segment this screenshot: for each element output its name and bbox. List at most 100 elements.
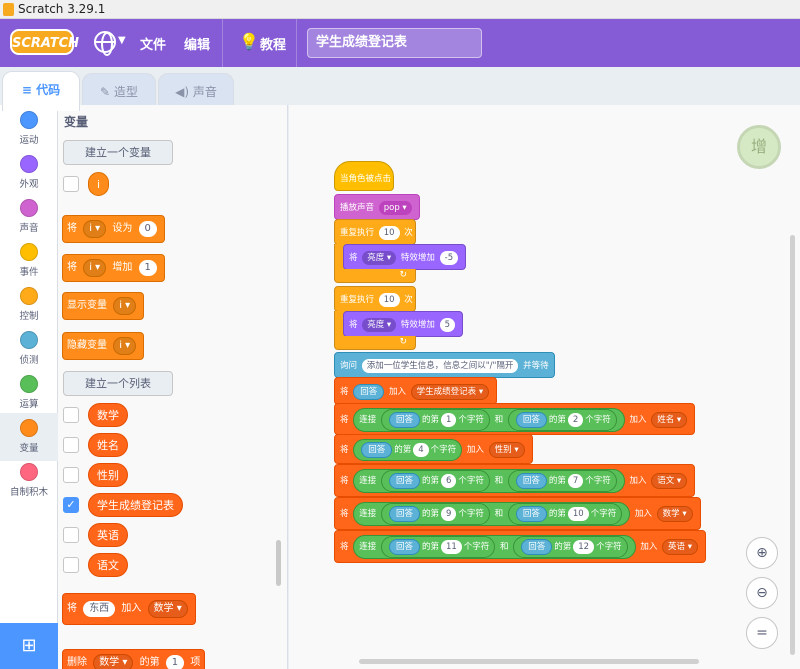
zoom-out-icon[interactable]: ⊖ [746, 577, 778, 609]
list-dropdown[interactable]: 数学 ▾ [147, 600, 188, 618]
category-looks[interactable]: 外观 [0, 155, 58, 199]
repeat-block[interactable]: 重复执行 10 次 [334, 286, 416, 312]
thing-input[interactable]: 东西 [83, 601, 116, 617]
variable-dropdown[interactable]: i ▾ [113, 337, 137, 355]
zoom-in-icon[interactable]: ⊕ [746, 537, 778, 569]
letter-of-operator[interactable]: 回答 的第 1 个字符 [380, 409, 490, 431]
index-input[interactable]: 1 [165, 655, 185, 669]
add-join-to-list-block[interactable]: 将 连接 回答 的第 6 个字符 和 回答 的第 7 个字符 加入 语文 ▾ [334, 464, 696, 497]
palette-scrollbar[interactable] [276, 540, 281, 586]
letter-of-operator[interactable]: 回答 的第 4 个字符 [353, 439, 463, 461]
join-operator[interactable]: 连接 回答 的第 11 个字符 和 回答 的第 12 个字符 [353, 535, 636, 559]
index-input[interactable]: 10 [567, 507, 589, 521]
list-dropdown[interactable]: 语文 ▾ [651, 473, 688, 489]
letter-of-operator[interactable]: 回答 的第 9 个字符 [380, 503, 490, 525]
letter-of-operator[interactable]: 回答 的第 11 个字符 [380, 536, 496, 558]
category-variables[interactable]: 变量 [0, 413, 58, 461]
list-checkbox[interactable] [63, 527, 79, 543]
when-sprite-clicked-block[interactable]: 当角色被点击 [334, 161, 394, 191]
list-dropdown[interactable]: 数学 ▾ [93, 654, 134, 669]
variable-dropdown[interactable]: i ▾ [83, 220, 107, 238]
index-input[interactable]: 2 [567, 413, 584, 427]
index-input[interactable]: 12 [573, 540, 595, 554]
list-reporter[interactable]: 语文 [88, 553, 128, 577]
answer-reporter[interactable]: 回答 [388, 412, 420, 428]
change-effect-block[interactable]: 将 亮度 ▾ 特效增加 -5 [343, 244, 467, 270]
play-sound-block[interactable]: 播放声音 pop ▾ [334, 194, 420, 220]
list-checkbox[interactable] [63, 437, 79, 453]
list-dropdown[interactable]: 英语 ▾ [662, 539, 699, 555]
make-variable-button[interactable]: 建立一个变量 [63, 140, 173, 165]
index-input[interactable]: 4 [413, 443, 429, 457]
add-extension-icon[interactable]: ⊞ [0, 623, 58, 669]
variable-dropdown[interactable]: i ▾ [83, 259, 107, 277]
list-dropdown[interactable]: 数学 ▾ [656, 506, 693, 522]
category-my-blocks[interactable]: 自制积木 [0, 463, 58, 507]
list-checkbox-checked[interactable]: ✓ [63, 497, 79, 513]
list-dropdown[interactable]: 学生成绩登记表 ▾ [410, 384, 490, 400]
hide-variable-block[interactable]: 隐藏变量 i ▾ [62, 332, 145, 360]
answer-reporter[interactable]: 回答 [388, 473, 420, 489]
list-dropdown[interactable]: 性别 ▾ [488, 442, 525, 458]
list-reporter[interactable]: 学生成绩登记表 [88, 493, 183, 517]
letter-of-operator[interactable]: 回答 的第 7 个字符 [507, 470, 617, 492]
effect-dropdown[interactable]: 亮度 ▾ [362, 318, 397, 332]
add-to-list-block[interactable]: 将 东西 加入 数学 ▾ [62, 593, 196, 625]
join-operator[interactable]: 连接 回答 的第 9 个字符 和 回答 的第 10 个字符 [353, 502, 631, 526]
category-sound[interactable]: 声音 [0, 199, 58, 243]
change-effect-block[interactable]: 将 亮度 ▾ 特效增加 5 [343, 311, 464, 337]
scratch-logo[interactable]: SCRATCH [10, 29, 79, 55]
index-input[interactable]: 7 [567, 474, 584, 488]
category-sensing[interactable]: 侦测 [0, 331, 58, 375]
workspace-vertical-scrollbar[interactable] [790, 235, 795, 655]
change-value-input[interactable]: 1 [138, 260, 157, 276]
add-answer-to-list-block[interactable]: 将 回答 加入 学生成绩登记表 ▾ [334, 377, 498, 405]
list-checkbox[interactable] [63, 407, 79, 423]
letter-of-operator[interactable]: 回答 的第 10 个字符 [507, 503, 623, 525]
category-control[interactable]: 控制 [0, 287, 58, 331]
variable-checkbox[interactable] [63, 176, 79, 192]
ask-and-wait-block[interactable]: 询问 添加一位学生信息，信息之间以"/"隔开 并等待 [334, 352, 555, 378]
effect-value-input[interactable]: -5 [439, 251, 459, 265]
project-title-input[interactable]: 学生成绩登记表 [307, 28, 482, 58]
index-input[interactable]: 11 [440, 540, 462, 554]
index-input[interactable]: 1 [440, 413, 457, 427]
lightbulb-icon[interactable]: 💡 [239, 32, 259, 51]
make-list-button[interactable]: 建立一个列表 [63, 371, 173, 396]
add-join-to-list-block[interactable]: 将 连接 回答 的第 9 个字符 和 回答 的第 10 个字符 加入 数学 ▾ [334, 497, 701, 530]
effect-dropdown[interactable]: 亮度 ▾ [362, 251, 397, 265]
language-globe-icon[interactable] [94, 31, 116, 56]
letter-of-operator[interactable]: 回答 的第 6 个字符 [380, 470, 490, 492]
tutorials-menu[interactable]: 教程 [260, 34, 286, 53]
answer-reporter[interactable]: 回答 [388, 506, 420, 522]
list-reporter[interactable]: 性别 [88, 463, 128, 487]
answer-reporter[interactable]: 回答 [515, 506, 547, 522]
repeat-count-input[interactable]: 10 [378, 226, 400, 240]
workspace-horizontal-scrollbar[interactable] [359, 659, 699, 664]
category-motion[interactable]: 运动 [0, 111, 58, 155]
repeat-count-input[interactable]: 10 [378, 293, 400, 307]
effect-value-input[interactable]: 5 [439, 318, 456, 332]
join-operator[interactable]: 连接 回答 的第 6 个字符 和 回答 的第 7 个字符 [353, 469, 625, 493]
letter-of-operator[interactable]: 回答 的第 2 个字符 [507, 409, 617, 431]
answer-reporter[interactable]: 回答 [353, 384, 385, 400]
index-input[interactable]: 6 [440, 474, 457, 488]
tab-code[interactable]: ≡ 代码 [2, 71, 80, 111]
letter-of-operator[interactable]: 回答 的第 12 个字符 [513, 536, 628, 558]
answer-reporter[interactable]: 回答 [361, 442, 393, 458]
question-input[interactable]: 添加一位学生信息，信息之间以"/"隔开 [361, 359, 519, 373]
variable-reporter-i[interactable]: i [88, 172, 110, 196]
add-join-to-list-block[interactable]: 将 连接 回答 的第 1 个字符 和 回答 的第 2 个字符 加入 姓名 ▾ [334, 403, 696, 435]
show-variable-block[interactable]: 显示变量 i ▾ [62, 292, 145, 320]
edit-menu[interactable]: 编辑 [184, 34, 210, 53]
add-letter-to-list-block[interactable]: 将 回答 的第 4 个字符 加入 性别 ▾ [334, 434, 533, 464]
list-reporter[interactable]: 数学 [88, 403, 128, 427]
answer-reporter[interactable]: 回答 [521, 539, 553, 555]
index-input[interactable]: 9 [440, 507, 457, 521]
change-variable-block[interactable]: 将 i ▾ 增加 1 [62, 254, 165, 282]
variable-dropdown[interactable]: i ▾ [113, 297, 137, 315]
list-reporter[interactable]: 姓名 [88, 433, 128, 457]
sound-dropdown[interactable]: pop ▾ [378, 201, 412, 215]
answer-reporter[interactable]: 回答 [388, 539, 420, 555]
answer-reporter[interactable]: 回答 [515, 473, 547, 489]
